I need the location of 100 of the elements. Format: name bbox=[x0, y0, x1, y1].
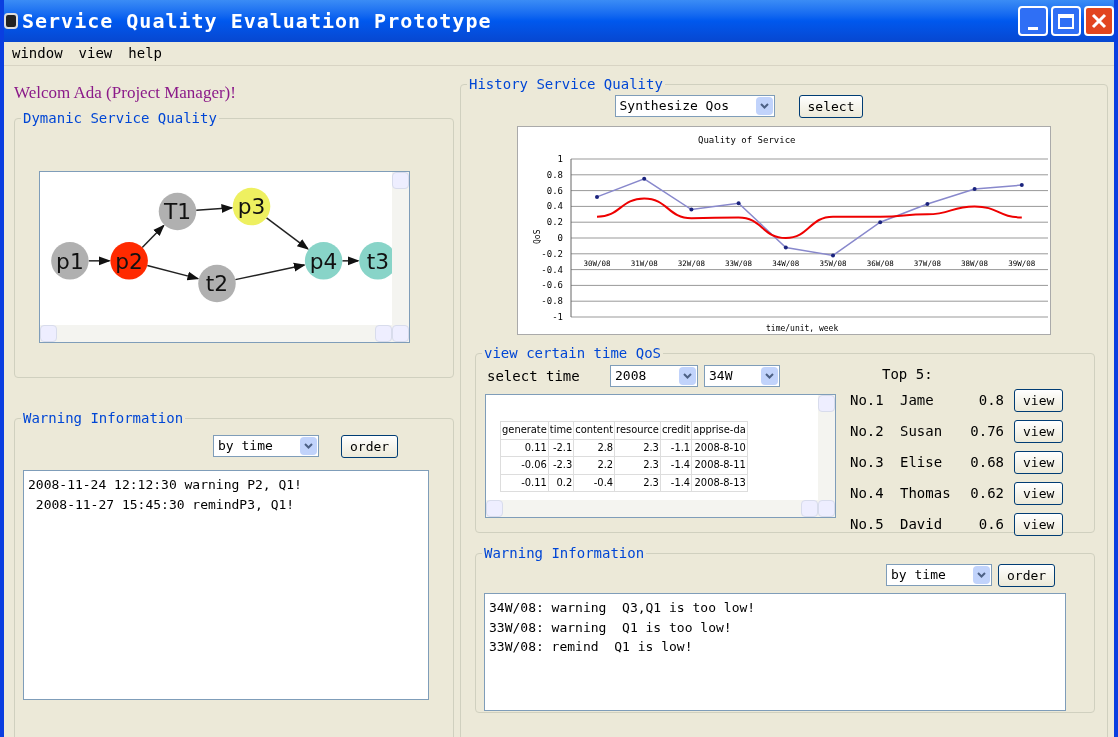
score-value: 0.6 bbox=[977, 515, 1005, 534]
vertical-scrollbar[interactable] bbox=[818, 395, 835, 517]
score-value: 0.8 bbox=[977, 391, 1005, 410]
group-title: Dymanic Service Quality bbox=[22, 109, 218, 128]
table-cell: -0.11 bbox=[500, 474, 549, 492]
close-button[interactable] bbox=[1084, 6, 1114, 36]
y-tick-label: 0.8 bbox=[546, 169, 563, 180]
data-point bbox=[736, 201, 741, 206]
data-point bbox=[595, 194, 599, 199]
person-name: Thomas bbox=[900, 484, 952, 503]
minimize-icon bbox=[1028, 27, 1038, 30]
y-tick-label: -0.4 bbox=[541, 264, 563, 275]
view-button[interactable]: view bbox=[1014, 513, 1064, 536]
column-header: credit bbox=[660, 421, 692, 439]
graph-node[interactable]: p4 bbox=[304, 242, 343, 280]
column-header: content bbox=[573, 421, 615, 439]
dropdown[interactable]: by time bbox=[886, 564, 992, 586]
edge-arrow bbox=[341, 256, 360, 266]
vertical-scrollbar[interactable] bbox=[392, 172, 409, 342]
menu-item[interactable]: help bbox=[128, 43, 162, 64]
y-tick-label: -0.8 bbox=[541, 296, 563, 307]
maximize-button[interactable] bbox=[1051, 6, 1081, 36]
edge-arrow bbox=[195, 204, 234, 213]
message-box[interactable]: 2008-11-24 12:12:30 warning P2, Q1! 2008-11-27 15:45:30 remindP3, Q1! bbox=[23, 470, 429, 700]
rank-label: No.4 bbox=[850, 484, 885, 503]
data-point bbox=[642, 176, 647, 181]
minimize-button[interactable] bbox=[1018, 6, 1048, 36]
group-title: Warning Information bbox=[22, 409, 185, 428]
edge-arrow bbox=[265, 217, 309, 250]
select-button[interactable]: select bbox=[798, 95, 864, 118]
table-cell: 0.2 bbox=[548, 474, 574, 492]
rank-label: No.1 bbox=[850, 391, 885, 410]
y-tick-label: 0.6 bbox=[546, 185, 563, 196]
select-time-label: select time bbox=[486, 366, 581, 386]
data-point bbox=[689, 207, 694, 212]
edge-arrow bbox=[146, 264, 200, 281]
edge-arrow bbox=[87, 256, 111, 266]
table-cell: 2.2 bbox=[573, 456, 615, 474]
graph-node[interactable]: p2 bbox=[110, 242, 148, 280]
column-header: resource bbox=[614, 421, 661, 439]
graph-node[interactable]: T1 bbox=[158, 192, 197, 231]
order-button[interactable]: order bbox=[341, 435, 399, 458]
menu-item[interactable]: window bbox=[12, 43, 63, 64]
table-cell: 0.11 bbox=[500, 439, 549, 457]
y-axis-label: QoS bbox=[533, 229, 542, 244]
table-cell: 2.3 bbox=[614, 474, 661, 492]
person-name: David bbox=[900, 515, 944, 534]
table-cell: -0.06 bbox=[500, 456, 549, 474]
view-button[interactable]: view bbox=[1014, 389, 1064, 412]
message-line: 34W/08: warning Q3,Q1 is too low! bbox=[489, 599, 757, 617]
person-name: Jame bbox=[900, 391, 935, 410]
x-axis-label: time/unit, week bbox=[766, 324, 839, 333]
data-point bbox=[972, 187, 977, 191]
view-button[interactable]: view bbox=[1014, 482, 1064, 505]
welcome-text: Welcom Ada (Project Manager)! bbox=[14, 82, 237, 104]
table-cell: -1.1 bbox=[660, 439, 692, 457]
table-cell: -1.4 bbox=[660, 474, 692, 492]
column-header: time bbox=[548, 421, 574, 439]
maximize-icon bbox=[1058, 13, 1074, 29]
table-cell: 2.3 bbox=[614, 456, 661, 474]
view-button[interactable]: view bbox=[1014, 451, 1064, 474]
y-tick-label: -0.6 bbox=[541, 280, 563, 291]
column-header: apprise-da bbox=[691, 421, 748, 439]
edge-arrow bbox=[234, 262, 306, 281]
graph-node[interactable]: p3 bbox=[232, 187, 271, 226]
data-point bbox=[925, 202, 930, 207]
dropdown[interactable]: 34W bbox=[704, 365, 780, 387]
message-line: 33W/08: warning Q1 is too low! bbox=[489, 618, 733, 637]
rank-label: No.3 bbox=[850, 453, 885, 472]
table-cell: -2.3 bbox=[548, 456, 574, 474]
table-cell: 2.3 bbox=[614, 439, 661, 457]
edge-arrow bbox=[141, 224, 165, 249]
message-box[interactable]: 34W/08: warning Q3,Q1 is too low! 33W/08: warning Q1 is too low! 33W/08: remind Q1 is low! bbox=[484, 593, 1066, 711]
horizontal-scrollbar[interactable] bbox=[486, 500, 818, 517]
data-point bbox=[783, 245, 788, 250]
chart-title: Quality of Service bbox=[698, 135, 796, 145]
y-tick-label: 1 bbox=[557, 154, 563, 164]
y-tick-label: 0.2 bbox=[546, 217, 563, 228]
group-title: Warning Information bbox=[483, 544, 646, 563]
graph-node[interactable]: t2 bbox=[198, 264, 236, 303]
dropdown[interactable]: by time bbox=[213, 435, 319, 457]
dropdown[interactable]: Synthesize Qos bbox=[614, 95, 775, 117]
rank-label: No.5 bbox=[850, 515, 885, 534]
horizontal-scrollbar[interactable] bbox=[40, 325, 392, 342]
view-button[interactable]: view bbox=[1014, 420, 1064, 443]
order-button[interactable]: order bbox=[998, 564, 1056, 587]
group-title: view certain time QoS bbox=[483, 344, 662, 363]
dropdown[interactable]: 2008 bbox=[610, 365, 698, 387]
y-tick-label: -1 bbox=[552, 312, 563, 322]
group-title: History Service Quality bbox=[468, 75, 664, 94]
close-icon bbox=[1091, 13, 1107, 29]
rank-label: No.2 bbox=[850, 422, 885, 441]
menu-item[interactable]: view bbox=[78, 43, 113, 64]
message-line: 33W/08: remind Q1 is low! bbox=[489, 638, 694, 656]
data-point bbox=[1019, 183, 1024, 188]
table-cell: -2.1 bbox=[548, 439, 574, 457]
score-value: 0.76 bbox=[969, 422, 1005, 441]
message-line: 2008-11-27 15:45:30 remindP3, Q1! bbox=[34, 495, 296, 514]
column-header: generate bbox=[500, 421, 549, 439]
graph-node[interactable]: p1 bbox=[51, 242, 89, 280]
